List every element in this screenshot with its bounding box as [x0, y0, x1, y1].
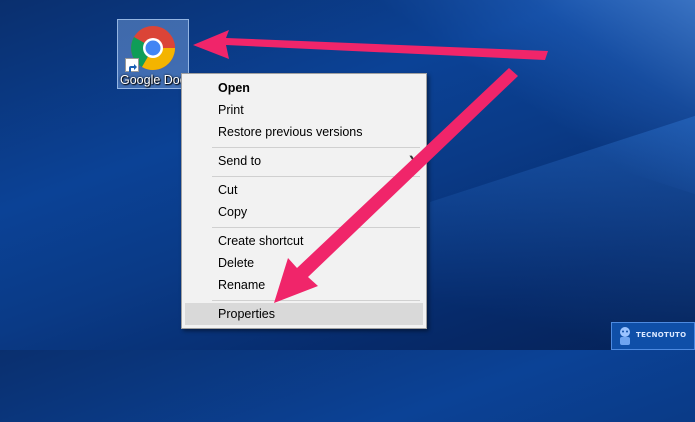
watermark-text: TECNOTUTO: [636, 331, 687, 339]
annotation-arrow-to-icon: [193, 30, 548, 60]
watermark-badge: TECNOTUTO: [611, 322, 695, 350]
annotation-arrow-to-properties: [274, 68, 518, 303]
annotation-arrows: [193, 30, 548, 303]
mascot-logo-icon: [620, 327, 630, 345]
